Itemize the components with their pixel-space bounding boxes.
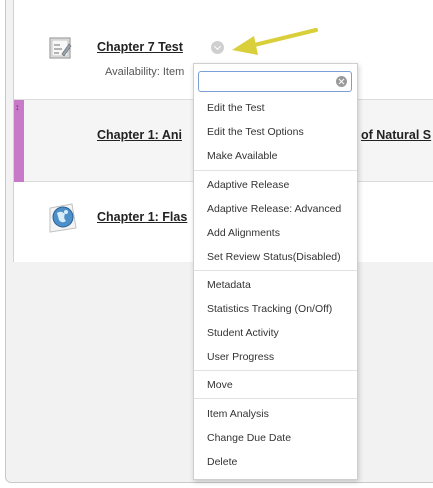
menu-item-student-activity[interactable]: Student Activity <box>207 327 279 339</box>
context-menu: Edit the Test Edit the Test Options Make… <box>193 63 358 480</box>
clear-search-icon[interactable] <box>336 76 347 87</box>
menu-divider <box>194 370 357 371</box>
menu-item-make-available[interactable]: Make Available <box>207 150 277 162</box>
annotation-arrow-icon <box>232 28 318 55</box>
menu-item-metadata[interactable]: Metadata <box>207 279 251 291</box>
menu-search-input[interactable] <box>198 71 352 92</box>
menu-item-item-analysis[interactable]: Item Analysis <box>207 408 269 420</box>
web-globe-icon <box>46 202 80 239</box>
test-icon <box>48 36 72 65</box>
options-chevron-icon[interactable] <box>211 41 224 54</box>
menu-item-add-alignments[interactable]: Add Alignments <box>207 227 280 239</box>
menu-item-user-progress[interactable]: User Progress <box>207 351 274 363</box>
item-title-link[interactable]: Chapter 7 Test <box>97 40 183 54</box>
drag-grip-icon: ↕ <box>15 102 20 112</box>
drag-handle[interactable]: ↕ <box>14 100 24 182</box>
item-title-overflow[interactable]: of Natural S <box>361 128 431 142</box>
menu-item-set-review-status[interactable]: Set Review Status(Disabled) <box>207 251 341 263</box>
availability-text: Availability: Item <box>105 66 185 78</box>
menu-divider <box>194 398 357 399</box>
menu-item-adaptive-release[interactable]: Adaptive Release <box>207 179 289 191</box>
menu-item-edit-test-options[interactable]: Edit the Test Options <box>207 126 304 138</box>
menu-item-change-due-date[interactable]: Change Due Date <box>207 432 291 444</box>
menu-item-delete[interactable]: Delete <box>207 456 237 468</box>
menu-divider <box>194 270 357 271</box>
menu-item-statistics-tracking[interactable]: Statistics Tracking (On/Off) <box>207 303 332 315</box>
menu-item-adaptive-release-advanced[interactable]: Adaptive Release: Advanced <box>207 203 341 215</box>
menu-item-edit-test[interactable]: Edit the Test <box>207 102 265 114</box>
item-title-link[interactable]: Chapter 1: Ani <box>97 128 182 142</box>
item-title-link[interactable]: Chapter 1: Flas <box>97 210 187 224</box>
menu-divider <box>194 170 357 171</box>
menu-item-move[interactable]: Move <box>207 379 233 391</box>
